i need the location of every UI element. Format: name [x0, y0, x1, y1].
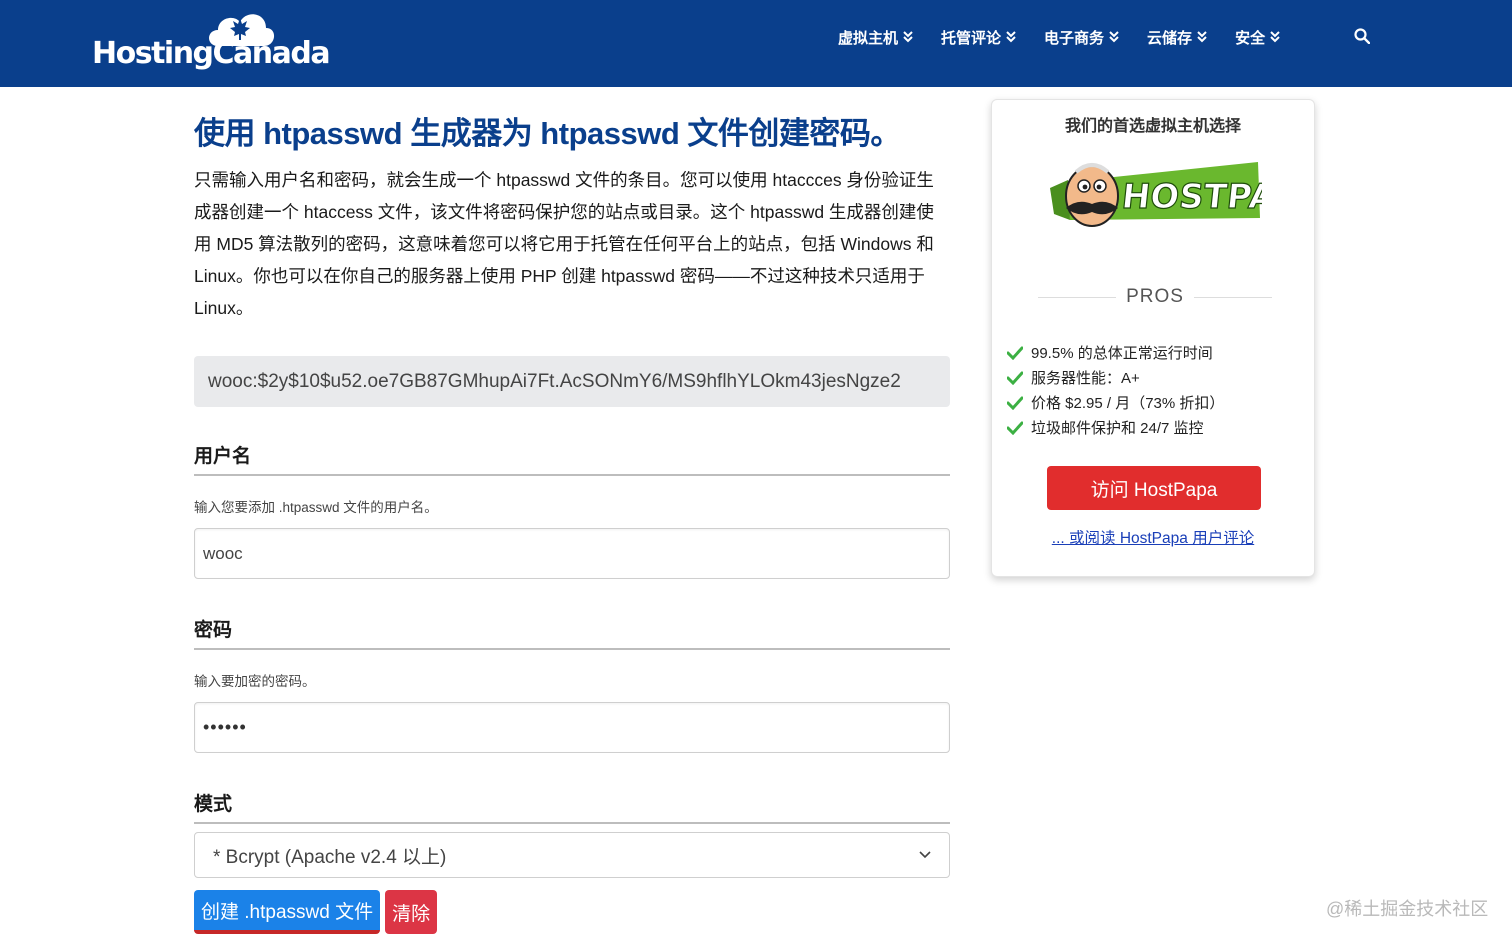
create-htpasswd-button[interactable]: 创建 .htpasswd 文件 — [194, 890, 381, 934]
mode-section: 模式 * Bcrypt (Apache v2.4 以上) — [194, 789, 950, 878]
username-input[interactable]: wooc — [194, 528, 950, 579]
pros-item: 垃圾邮件保护和 24/7 监控 — [1007, 415, 1224, 440]
double-chevron-down-icon — [1109, 31, 1119, 43]
double-chevron-down-icon — [1197, 31, 1207, 43]
mode-select[interactable]: * Bcrypt (Apache v2.4 以上) — [194, 832, 950, 878]
password-title: 密码 — [194, 615, 950, 650]
divider — [1038, 296, 1117, 298]
nav-item-label: 安全 — [1235, 29, 1266, 47]
search-icon[interactable] — [1354, 28, 1370, 44]
pros-item-text: 价格 $2.95 / 月（73% 折扣） — [1031, 395, 1225, 412]
action-buttons: 创建 .htpasswd 文件 清除 — [194, 890, 438, 934]
recommended-host-card: 我们的首选虚拟主机选择 HOSTPAPA PROS 99.5% 的总体正常运行时… — [991, 99, 1315, 577]
mode-selected-value: * Bcrypt (Apache v2.4 以上) — [213, 846, 447, 868]
visit-hostpapa-button[interactable]: 访问 HostPapa — [1047, 466, 1261, 510]
site-header: HostingCanada 虚拟主机 托管评论 电子商务 云储存 安全 — [0, 0, 1512, 87]
divider — [1193, 296, 1273, 298]
hostpapa-logo[interactable]: HOSTPAPA — [1046, 158, 1262, 234]
hostingcanada-logo[interactable]: HostingCanada — [92, 6, 331, 78]
nav-item-label: 托管评论 — [941, 29, 1002, 47]
pros-item-text: 服务器性能：A+ — [1031, 370, 1140, 387]
clear-button[interactable]: 清除 — [385, 890, 438, 934]
nav-item-label: 云储存 — [1147, 29, 1193, 47]
password-help: 输入要加密的密码。 — [194, 674, 316, 689]
check-icon — [1007, 346, 1023, 360]
page-title: 使用 htpasswd 生成器为 htpasswd 文件创建密码。 — [194, 116, 901, 151]
password-input[interactable]: •••••• — [194, 702, 950, 753]
hostpapa-wordmark: HOSTPAPA — [1120, 177, 1262, 217]
mode-title: 模式 — [194, 789, 950, 824]
pros-item-text: 垃圾邮件保护和 24/7 监控 — [1031, 420, 1204, 437]
hostpapa-review-link[interactable]: ... 或阅读 HostPapa 用户评论 — [992, 526, 1314, 548]
nav-item-security[interactable]: 安全 — [1235, 27, 1280, 48]
double-chevron-down-icon — [1270, 31, 1280, 43]
username-help: 输入您要添加 .htpasswd 文件的用户名。 — [194, 500, 438, 515]
pros-item: 99.5% 的总体正常运行时间 — [1007, 340, 1224, 365]
username-section: 用户名 输入您要添加 .htpasswd 文件的用户名。 wooc — [194, 441, 950, 579]
pros-list: 99.5% 的总体正常运行时间 服务器性能：A+ 价格 $2.95 / 月（73… — [1007, 340, 1224, 440]
nav-item-web-hosting[interactable]: 虚拟主机 — [838, 27, 913, 48]
password-section: 密码 输入要加密的密码。 •••••• — [194, 615, 950, 753]
nav-item-cloud-storage[interactable]: 云储存 — [1147, 27, 1207, 48]
nav-item-label: 电子商务 — [1044, 29, 1105, 47]
nav-item-label: 虚拟主机 — [838, 29, 899, 47]
logo-text: HostingCanada — [92, 36, 331, 71]
card-title: 我们的首选虚拟主机选择 — [1064, 118, 1241, 135]
chevron-down-icon — [919, 851, 931, 859]
check-icon — [1007, 421, 1023, 435]
pros-item: 服务器性能：A+ — [1007, 365, 1224, 390]
intro-text: 只需输入用户名和密码，就会生成一个 htpasswd 文件的条目。您可以使用 h… — [194, 170, 934, 318]
username-title: 用户名 — [194, 441, 950, 476]
check-icon — [1007, 396, 1023, 410]
pros-item-text: 99.5% 的总体正常运行时间 — [1031, 345, 1213, 362]
nav-item-ecommerce[interactable]: 电子商务 — [1044, 27, 1119, 48]
watermark: @稀土掘金技术社区 — [1326, 899, 1489, 919]
check-icon — [1007, 371, 1023, 385]
nav-item-hosting-reviews[interactable]: 托管评论 — [941, 27, 1016, 48]
pros-label: PROS — [1126, 286, 1184, 307]
double-chevron-down-icon — [1006, 31, 1016, 43]
double-chevron-down-icon — [903, 31, 913, 43]
main-nav: 虚拟主机 托管评论 电子商务 云储存 安全 — [838, 26, 1308, 48]
pros-heading: PROS — [1038, 286, 1273, 308]
htpasswd-output[interactable]: wooc:$2y$10$u52.oe7GB87GMhupAi7Ft.AcSONm… — [194, 356, 950, 407]
generator-main: 使用 htpasswd 生成器为 htpasswd 文件创建密码。 只需输入用户… — [194, 110, 950, 878]
pros-item: 价格 $2.95 / 月（73% 折扣） — [1007, 390, 1224, 415]
